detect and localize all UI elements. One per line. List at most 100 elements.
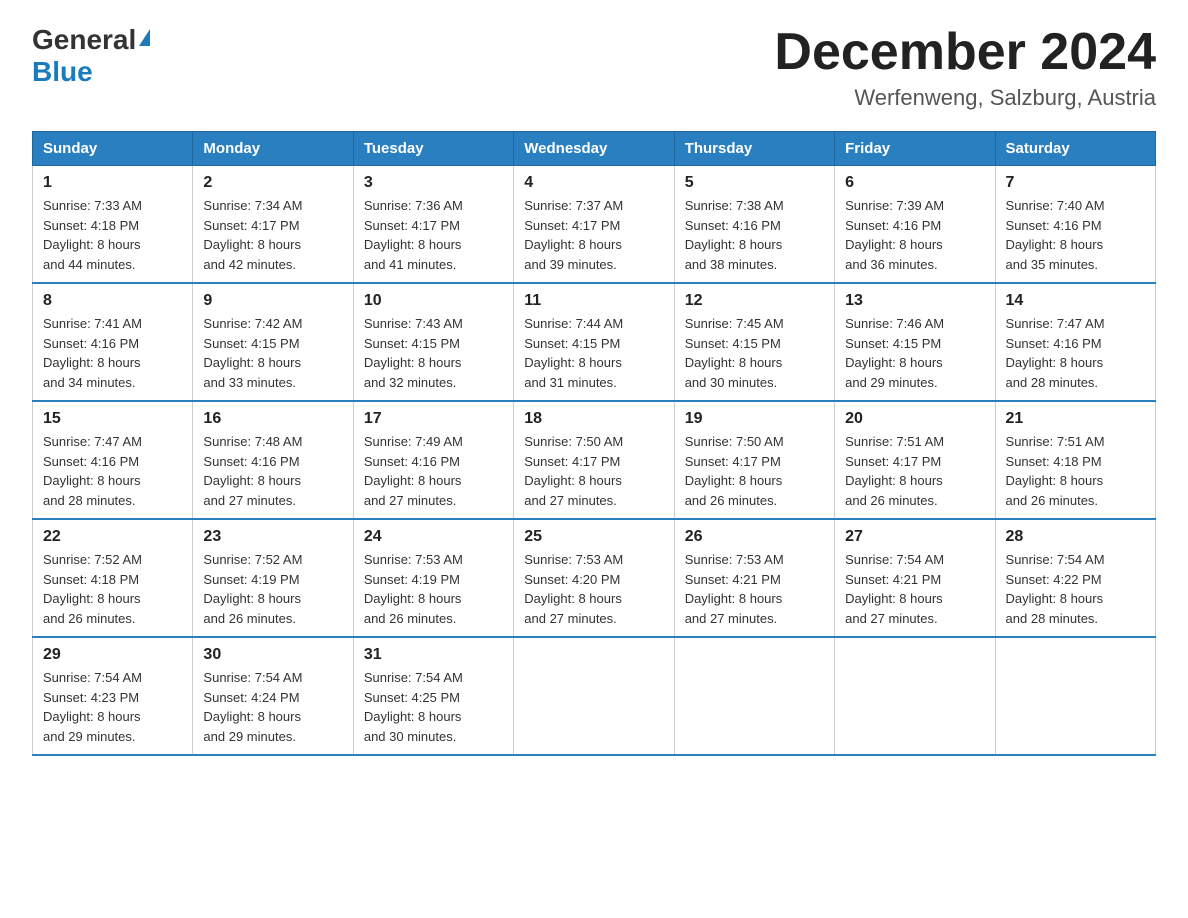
day-cell: 26 Sunrise: 7:53 AMSunset: 4:21 PMDayligh…	[674, 519, 834, 637]
day-number: 28	[1006, 528, 1145, 546]
day-cell: 24Sunrise: 7:53 AMSunset: 4:19 PMDayligh…	[353, 519, 513, 637]
day-info: Sunrise: 7:52 AMSunset: 4:18 PMDaylight:…	[43, 550, 182, 628]
day-cell: 30Sunrise: 7:54 AMSunset: 4:24 PMDayligh…	[193, 637, 353, 755]
day-info: Sunrise: 7:45 AMSunset: 4:15 PMDaylight:…	[685, 314, 824, 392]
day-number: 1	[43, 174, 182, 192]
day-info: Sunrise: 7:41 AMSunset: 4:16 PMDaylight:…	[43, 314, 182, 392]
header-thursday: Thursday	[674, 132, 834, 166]
day-cell: 4 Sunrise: 7:37 AMSunset: 4:17 PMDaylight…	[514, 166, 674, 284]
day-info: Sunrise: 7:49 AMSunset: 4:16 PMDaylight:…	[364, 432, 503, 510]
day-info: Sunrise: 7:50 AMSunset: 4:17 PMDaylight:…	[524, 432, 663, 510]
day-number: 6	[845, 174, 984, 192]
calendar-table: SundayMondayTuesdayWednesdayThursdayFrid…	[32, 131, 1156, 756]
day-cell: 21 Sunrise: 7:51 AMSunset: 4:18 PMDayligh…	[995, 401, 1155, 519]
day-info: Sunrise: 7:43 AMSunset: 4:15 PMDaylight:…	[364, 314, 503, 392]
day-info: Sunrise: 7:36 AMSunset: 4:17 PMDaylight:…	[364, 196, 503, 274]
day-info: Sunrise: 7:50 AMSunset: 4:17 PMDaylight:…	[685, 432, 824, 510]
day-number: 30	[203, 646, 342, 664]
day-info: Sunrise: 7:34 AMSunset: 4:17 PMDaylight:…	[203, 196, 342, 274]
day-cell: 2 Sunrise: 7:34 AMSunset: 4:17 PMDaylight…	[193, 166, 353, 284]
day-cell: 28 Sunrise: 7:54 AMSunset: 4:22 PMDayligh…	[995, 519, 1155, 637]
day-cell: 31Sunrise: 7:54 AMSunset: 4:25 PMDayligh…	[353, 637, 513, 755]
day-number: 9	[203, 292, 342, 310]
day-cell: 10 Sunrise: 7:43 AMSunset: 4:15 PMDayligh…	[353, 283, 513, 401]
logo-general-text: General	[32, 24, 136, 56]
day-number: 2	[203, 174, 342, 192]
day-info: Sunrise: 7:51 AMSunset: 4:18 PMDaylight:…	[1006, 432, 1145, 510]
day-info: Sunrise: 7:51 AMSunset: 4:17 PMDaylight:…	[845, 432, 984, 510]
day-cell: 25Sunrise: 7:53 AMSunset: 4:20 PMDayligh…	[514, 519, 674, 637]
day-number: 29	[43, 646, 182, 664]
day-number: 5	[685, 174, 824, 192]
day-info: Sunrise: 7:39 AMSunset: 4:16 PMDaylight:…	[845, 196, 984, 274]
day-info: Sunrise: 7:47 AMSunset: 4:16 PMDaylight:…	[1006, 314, 1145, 392]
day-cell: 19 Sunrise: 7:50 AMSunset: 4:17 PMDayligh…	[674, 401, 834, 519]
day-cell: 3 Sunrise: 7:36 AMSunset: 4:17 PMDaylight…	[353, 166, 513, 284]
day-number: 26	[685, 528, 824, 546]
day-number: 20	[845, 410, 984, 428]
day-info: Sunrise: 7:44 AMSunset: 4:15 PMDaylight:…	[524, 314, 663, 392]
day-cell: 15Sunrise: 7:47 AMSunset: 4:16 PMDayligh…	[33, 401, 193, 519]
day-info: Sunrise: 7:54 AMSunset: 4:22 PMDaylight:…	[1006, 550, 1145, 628]
calendar-body: 1 Sunrise: 7:33 AMSunset: 4:18 PMDaylight…	[33, 166, 1156, 756]
day-cell: 12 Sunrise: 7:45 AMSunset: 4:15 PMDayligh…	[674, 283, 834, 401]
calendar-header: SundayMondayTuesdayWednesdayThursdayFrid…	[33, 132, 1156, 166]
day-cell: 22 Sunrise: 7:52 AMSunset: 4:18 PMDayligh…	[33, 519, 193, 637]
day-cell: 11 Sunrise: 7:44 AMSunset: 4:15 PMDayligh…	[514, 283, 674, 401]
day-number: 18	[524, 410, 663, 428]
month-title: December 2024	[774, 24, 1156, 81]
day-number: 23	[203, 528, 342, 546]
day-cell: 5 Sunrise: 7:38 AMSunset: 4:16 PMDaylight…	[674, 166, 834, 284]
day-number: 19	[685, 410, 824, 428]
day-number: 12	[685, 292, 824, 310]
week-row-1: 1 Sunrise: 7:33 AMSunset: 4:18 PMDaylight…	[33, 166, 1156, 284]
day-number: 11	[524, 292, 663, 310]
day-cell: 16Sunrise: 7:48 AMSunset: 4:16 PMDayligh…	[193, 401, 353, 519]
day-info: Sunrise: 7:40 AMSunset: 4:16 PMDaylight:…	[1006, 196, 1145, 274]
day-number: 17	[364, 410, 503, 428]
day-cell: 20 Sunrise: 7:51 AMSunset: 4:17 PMDayligh…	[835, 401, 995, 519]
day-cell	[835, 637, 995, 755]
day-info: Sunrise: 7:53 AMSunset: 4:21 PMDaylight:…	[685, 550, 824, 628]
day-cell: 9 Sunrise: 7:42 AMSunset: 4:15 PMDaylight…	[193, 283, 353, 401]
day-cell	[995, 637, 1155, 755]
day-number: 3	[364, 174, 503, 192]
header-sunday: Sunday	[33, 132, 193, 166]
day-number: 14	[1006, 292, 1145, 310]
day-info: Sunrise: 7:52 AMSunset: 4:19 PMDaylight:…	[203, 550, 342, 628]
day-cell: 23 Sunrise: 7:52 AMSunset: 4:19 PMDayligh…	[193, 519, 353, 637]
day-number: 15	[43, 410, 182, 428]
header-tuesday: Tuesday	[353, 132, 513, 166]
day-cell	[514, 637, 674, 755]
day-info: Sunrise: 7:42 AMSunset: 4:15 PMDaylight:…	[203, 314, 342, 392]
location-title: Werfenweng, Salzburg, Austria	[774, 85, 1156, 111]
day-cell: 13Sunrise: 7:46 AMSunset: 4:15 PMDayligh…	[835, 283, 995, 401]
day-info: Sunrise: 7:33 AMSunset: 4:18 PMDaylight:…	[43, 196, 182, 274]
day-cell: 29Sunrise: 7:54 AMSunset: 4:23 PMDayligh…	[33, 637, 193, 755]
day-number: 16	[203, 410, 342, 428]
header-row: SundayMondayTuesdayWednesdayThursdayFrid…	[33, 132, 1156, 166]
day-cell: 14 Sunrise: 7:47 AMSunset: 4:16 PMDayligh…	[995, 283, 1155, 401]
day-cell: 1 Sunrise: 7:33 AMSunset: 4:18 PMDaylight…	[33, 166, 193, 284]
day-info: Sunrise: 7:46 AMSunset: 4:15 PMDaylight:…	[845, 314, 984, 392]
day-info: Sunrise: 7:38 AMSunset: 4:16 PMDaylight:…	[685, 196, 824, 274]
day-cell: 18 Sunrise: 7:50 AMSunset: 4:17 PMDayligh…	[514, 401, 674, 519]
day-number: 22	[43, 528, 182, 546]
day-info: Sunrise: 7:37 AMSunset: 4:17 PMDaylight:…	[524, 196, 663, 274]
week-row-5: 29Sunrise: 7:54 AMSunset: 4:23 PMDayligh…	[33, 637, 1156, 755]
day-number: 21	[1006, 410, 1145, 428]
logo-triangle-icon	[139, 29, 150, 46]
day-number: 4	[524, 174, 663, 192]
title-area: December 2024 Werfenweng, Salzburg, Aust…	[774, 24, 1156, 111]
day-number: 10	[364, 292, 503, 310]
week-row-3: 15Sunrise: 7:47 AMSunset: 4:16 PMDayligh…	[33, 401, 1156, 519]
day-cell: 17 Sunrise: 7:49 AMSunset: 4:16 PMDayligh…	[353, 401, 513, 519]
day-number: 25	[524, 528, 663, 546]
day-cell	[674, 637, 834, 755]
day-number: 27	[845, 528, 984, 546]
day-cell: 27 Sunrise: 7:54 AMSunset: 4:21 PMDayligh…	[835, 519, 995, 637]
day-info: Sunrise: 7:53 AMSunset: 4:19 PMDaylight:…	[364, 550, 503, 628]
day-info: Sunrise: 7:54 AMSunset: 4:21 PMDaylight:…	[845, 550, 984, 628]
page-header: General Blue December 2024 Werfenweng, S…	[32, 24, 1156, 111]
day-number: 8	[43, 292, 182, 310]
